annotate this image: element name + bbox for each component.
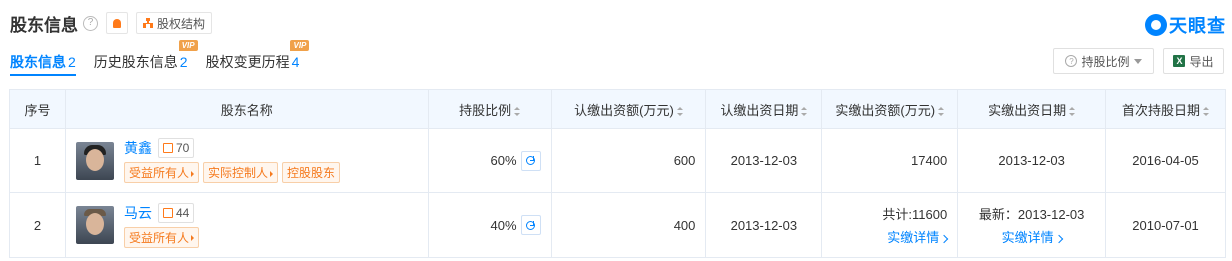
chevron-right-icon	[269, 170, 273, 177]
subscribed-date: 2013-12-03	[705, 192, 823, 258]
holder-cell: 黄鑫 70 受益所有人 实际控制人 控股股东	[64, 128, 429, 193]
ratio-filter-label: 持股比例	[1081, 54, 1130, 69]
col-header-paid-amount[interactable]: 实缴出资额(万元)	[821, 89, 959, 129]
help-icon: ?	[1065, 55, 1078, 67]
col-header-subscribed-date[interactable]: 认缴出资日期	[705, 89, 823, 129]
row-index: 2	[9, 192, 66, 258]
tab-label: 股权变更历程	[205, 54, 290, 70]
ratio-filter-dropdown[interactable]: ? 持股比例	[1053, 48, 1154, 74]
chevron-right-icon	[1054, 234, 1063, 243]
tag-controlling-shareholder[interactable]: 控股股东	[281, 162, 340, 183]
subscribed-amount: 400	[550, 192, 707, 258]
ratio-value: 40%	[490, 217, 517, 233]
sort-icon[interactable]	[1069, 106, 1076, 116]
table-row: 1 黄鑫 70 受益所有人 实际控制人 控股股东 60% 600 2013-12…	[9, 128, 1226, 193]
tab-label: 历史股东信息	[93, 54, 178, 70]
holder-cell: 马云 44 受益所有人	[64, 192, 429, 258]
paid-date-detail-link[interactable]: 实缴详情	[968, 227, 1095, 246]
chevron-right-icon	[190, 170, 194, 177]
export-button[interactable]: X 导出	[1163, 48, 1224, 74]
first-hold-date: 2010-07-01	[1105, 192, 1226, 258]
tab-count: 2	[179, 54, 188, 70]
avatar[interactable]	[75, 206, 114, 244]
shareholder-name-link[interactable]: 黄鑫	[124, 138, 152, 158]
tianyancha-logo[interactable]: 天眼查	[1145, 12, 1226, 38]
related-count: 70	[175, 141, 190, 155]
related-companies-badge[interactable]: 44	[157, 202, 195, 223]
table-header-row: 序号 股东名称 持股比例 认缴出资额(万元) 认缴出资日期 实缴出资额(万元) …	[9, 89, 1226, 129]
help-icon[interactable]: ?	[83, 15, 98, 31]
tag-beneficial-owner[interactable]: 受益所有人	[123, 162, 199, 183]
sort-icon[interactable]	[514, 106, 521, 116]
vip-badge: VIP	[290, 40, 310, 51]
related-count: 44	[175, 205, 190, 220]
chevron-right-icon	[939, 234, 949, 243]
section-header: 股东信息 ? 股权结构	[10, 10, 213, 36]
row-index: 1	[9, 128, 66, 193]
paid-amount: 共计:11600	[882, 207, 948, 222]
network-icon	[162, 143, 173, 153]
section-title: 股东信息	[10, 15, 78, 35]
sort-icon[interactable]	[1203, 106, 1210, 116]
caret-down-icon	[1133, 58, 1142, 64]
col-header-ratio[interactable]: 持股比例	[427, 89, 552, 129]
table-row: 2 马云 44 受益所有人 40% 400 2013-12-03 共计:1160…	[9, 192, 1226, 258]
pie-chart-icon[interactable]	[520, 150, 541, 171]
paid-date: 2013-12-03	[957, 128, 1107, 193]
tab-label: 股东信息	[10, 54, 66, 70]
paid-amount: 17400	[821, 128, 959, 193]
paid-date-cell: 最新：2013-12-03 实缴详情	[957, 192, 1107, 258]
col-header-first-hold-date[interactable]: 首次持股日期	[1105, 89, 1226, 129]
org-chart-icon	[143, 18, 153, 28]
logo-text: 天眼查	[1169, 16, 1226, 36]
logo-mark-icon	[1145, 14, 1167, 36]
equity-structure-label: 股权结构	[157, 16, 206, 31]
ratio-value: 60%	[490, 153, 517, 168]
sort-icon[interactable]	[938, 106, 945, 116]
related-companies-badge[interactable]: 70	[157, 138, 195, 158]
col-header-index: 序号	[9, 89, 66, 129]
ratio-cell: 60%	[427, 128, 552, 193]
equity-structure-button[interactable]: 股权结构	[136, 12, 213, 34]
tab-count: 2	[68, 54, 76, 70]
excel-icon: X	[1173, 55, 1186, 67]
tag-beneficial-owner[interactable]: 受益所有人	[123, 226, 199, 248]
tab-shareholder-info[interactable]: 股东信息 2	[10, 52, 76, 76]
first-hold-date: 2016-04-05	[1105, 128, 1226, 193]
bell-icon[interactable]	[106, 12, 128, 34]
shareholder-tabs: 股东信息 2 历史股东信息 2 VIP 股权变更历程 4 VIP	[10, 40, 317, 76]
export-label: 导出	[1189, 54, 1214, 69]
paid-date: 最新：2013-12-03	[978, 207, 1085, 222]
tag-actual-controller[interactable]: 实际控制人	[202, 162, 278, 183]
col-header-subscribed-amount[interactable]: 认缴出资额(万元)	[550, 89, 707, 129]
paid-detail-link[interactable]: 实缴详情	[832, 227, 949, 246]
network-icon	[162, 207, 173, 218]
tab-history-shareholders[interactable]: 历史股东信息 2 VIP	[93, 40, 198, 72]
avatar[interactable]	[75, 141, 114, 180]
ratio-cell: 40%	[427, 192, 552, 258]
col-header-name: 股东名称	[64, 89, 429, 129]
sort-icon[interactable]	[676, 106, 683, 116]
tab-equity-change-history[interactable]: 股权变更历程 4 VIP	[205, 40, 310, 72]
shareholder-name-link[interactable]: 马云	[124, 203, 152, 223]
sort-icon[interactable]	[801, 106, 808, 116]
tab-count: 4	[291, 54, 300, 70]
subscribed-amount: 600	[550, 128, 707, 193]
pie-chart-icon[interactable]	[520, 215, 541, 235]
col-header-paid-date[interactable]: 实缴出资日期	[957, 89, 1107, 129]
paid-amount-cell: 共计:11600 实缴详情	[821, 192, 959, 258]
vip-badge: VIP	[178, 40, 198, 51]
chevron-right-icon	[190, 235, 194, 242]
shareholder-table: 序号 股东名称 持股比例 认缴出资额(万元) 认缴出资日期 实缴出资额(万元) …	[9, 89, 1226, 258]
subscribed-date: 2013-12-03	[705, 128, 823, 193]
